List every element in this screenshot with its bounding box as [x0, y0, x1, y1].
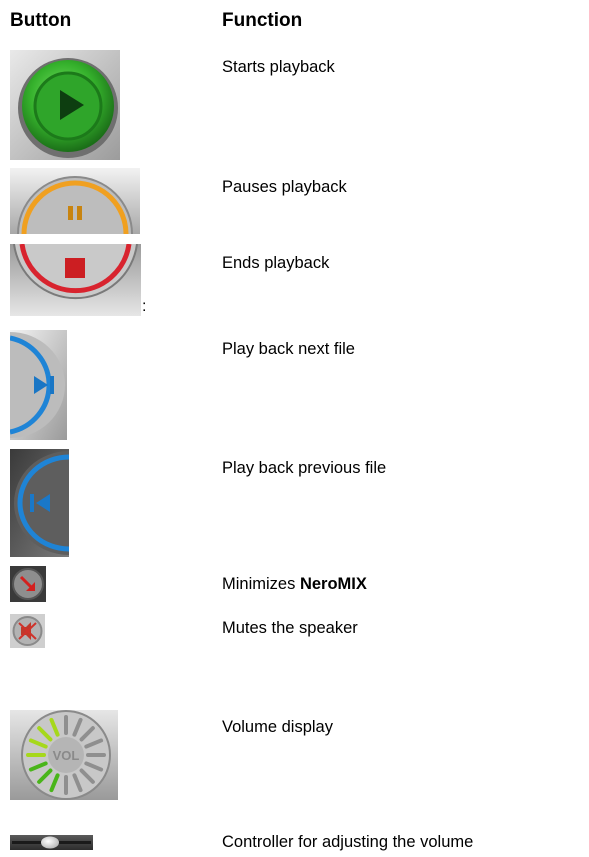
row-description: Play back previous file — [222, 459, 387, 477]
stop-row-colon: : — [142, 298, 147, 315]
row-description: Ends playback — [222, 254, 330, 272]
button-function-table: Button Function Starts playback Pauses p… — [0, 0, 589, 857]
pause-button-icon — [10, 168, 140, 234]
table-row: Pauses playback — [0, 168, 589, 234]
table-row: Starts playback — [0, 50, 589, 160]
row-description: Pauses playback — [222, 178, 347, 196]
app-name: NeroMIX — [299, 575, 367, 593]
volume-slider-icon — [10, 835, 93, 850]
table-row: Play back next file — [0, 330, 589, 440]
volume-display-label: VOL — [53, 748, 80, 763]
table-row: Play back previous file — [0, 449, 589, 557]
row-description: Controller for adjusting the volume — [222, 833, 474, 851]
table-row: Mutes the speaker — [0, 614, 589, 648]
column-header-button: Button — [10, 10, 72, 31]
table-row: VOL Volume display — [0, 710, 589, 800]
table-row: : Ends playback — [0, 244, 589, 316]
row-description: Play back next file — [222, 340, 355, 358]
row-description: Mutes the speaker — [222, 619, 358, 637]
stop-button-icon — [10, 244, 141, 316]
mute-button-icon — [10, 614, 45, 648]
row-description: Minimizes NeroMIX — [222, 575, 367, 594]
column-header-function: Function — [222, 10, 303, 31]
table-row: Minimizes NeroMIX — [0, 566, 589, 602]
play-button-icon — [10, 50, 120, 160]
previous-file-button-icon — [10, 449, 69, 557]
table-row: Controller for adjusting the volume — [0, 833, 589, 853]
description-text: Minimizes — [222, 575, 300, 593]
volume-display-icon: VOL — [10, 710, 118, 800]
row-description: Starts playback — [222, 58, 335, 76]
minimize-button-icon — [10, 566, 46, 602]
row-description: Volume display — [222, 718, 333, 736]
next-file-button-icon — [10, 330, 67, 440]
